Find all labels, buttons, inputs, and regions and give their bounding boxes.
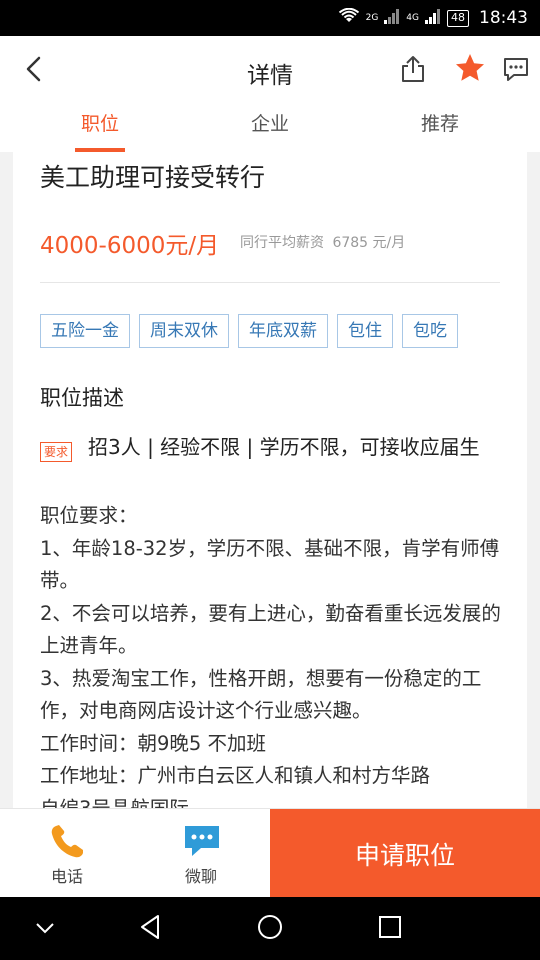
status-bar: 2G 4G 48 18:43 (0, 0, 540, 36)
battery-icon: 48 (447, 9, 469, 27)
nav-recents-icon (378, 915, 402, 943)
tab-company[interactable]: 企业 (210, 106, 330, 152)
wifi-icon (338, 7, 360, 29)
description-line: 工作时间：朝9晚5 不加班 (40, 731, 267, 755)
job-description: 职位要求： 1、年龄18-32岁，学历不限、基础不限，肯学有师傅带。 2、不会可… (40, 500, 502, 808)
message-icon (502, 55, 530, 87)
system-nav-bar (0, 897, 540, 960)
average-salary-value: 6785 元/月 (332, 235, 406, 251)
nav-back-button[interactable] (130, 909, 170, 949)
signal-bars-icon (384, 8, 400, 29)
salary: 4000-6000元/月 (40, 233, 220, 259)
chat-button[interactable]: 微聊 (161, 819, 241, 889)
share-button[interactable] (393, 51, 433, 91)
nav-home-button[interactable] (250, 909, 290, 949)
description-line: 职位要求： (40, 504, 138, 527)
description-line: 2、不会可以培养，要有上进心，勤奋看重长远发展的上进青年。 (40, 601, 501, 658)
status-indicators: 2G 4G 48 18:43 (338, 0, 528, 36)
benefit-tag: 五险一金 (40, 314, 130, 348)
signal-4g-label: 4G (406, 13, 419, 23)
section-title: 职位描述 (40, 386, 124, 410)
chat-label: 微聊 (184, 867, 217, 886)
share-icon (398, 54, 428, 88)
benefit-tag: 年底双薪 (238, 314, 328, 348)
phone-icon (48, 823, 86, 865)
description-line: 3、热爱淘宝工作，性格开朗，想要有一份稳定的工作，对电商网店设计这个行业感兴趣。 (40, 666, 482, 723)
benefit-tag: 包吃 (402, 314, 458, 348)
description-line: 自编3号晶航国际 (40, 796, 189, 809)
bottom-action-bar: 电话 微聊 申请职位 (0, 808, 540, 898)
requirements-summary: 要求 招3人 | 经验不限 | 学历不限，可接收应届生 (40, 434, 500, 462)
phone-button[interactable]: 电话 (27, 819, 107, 889)
nav-down-button[interactable] (25, 909, 65, 949)
signal-bars-icon (425, 8, 441, 29)
favorite-button[interactable] (450, 50, 490, 90)
requirement-text: 招3人 | 经验不限 | 学历不限，可接收应届生 (88, 435, 480, 459)
apply-button[interactable]: 申请职位 (270, 809, 540, 898)
tab-bar: 职位 企业 推荐 (0, 106, 540, 152)
job-title: 美工助理可接受转行 (40, 163, 266, 192)
average-salary: 同行平均薪资 6785 元/月 (240, 232, 409, 252)
nav-back-icon (138, 914, 162, 944)
nav-down-icon (34, 920, 56, 939)
job-detail-card[interactable]: 美工助理可接受转行 4000-6000元/月 同行平均薪资 6785 元/月 五… (13, 152, 527, 808)
nav-recents-button[interactable] (370, 909, 410, 949)
description-line: 1、年龄18-32岁，学历不限、基础不限，肯学有师傅带。 (40, 536, 500, 593)
phone-label: 电话 (50, 867, 83, 886)
signal-2g-label: 2G (365, 13, 379, 23)
message-button[interactable] (496, 51, 536, 91)
top-app-bar: 详情 (0, 36, 540, 106)
star-icon (454, 52, 486, 88)
clock: 18:43 (479, 8, 528, 28)
tab-position[interactable]: 职位 (40, 106, 160, 152)
benefit-tag: 周末双休 (139, 314, 229, 348)
benefit-tags: 五险一金 周末双休 年底双薪 包住 包吃 (40, 314, 458, 348)
tab-recommend[interactable]: 推荐 (380, 106, 500, 152)
chat-icon (182, 823, 222, 865)
nav-home-icon (256, 913, 284, 945)
benefit-tag: 包住 (337, 314, 393, 348)
average-salary-label: 同行平均薪资 (240, 235, 324, 251)
description-line: 工作地址：广州市白云区人和镇人和村方华路 (40, 764, 431, 787)
requirement-badge: 要求 (40, 442, 73, 462)
divider (40, 282, 500, 283)
